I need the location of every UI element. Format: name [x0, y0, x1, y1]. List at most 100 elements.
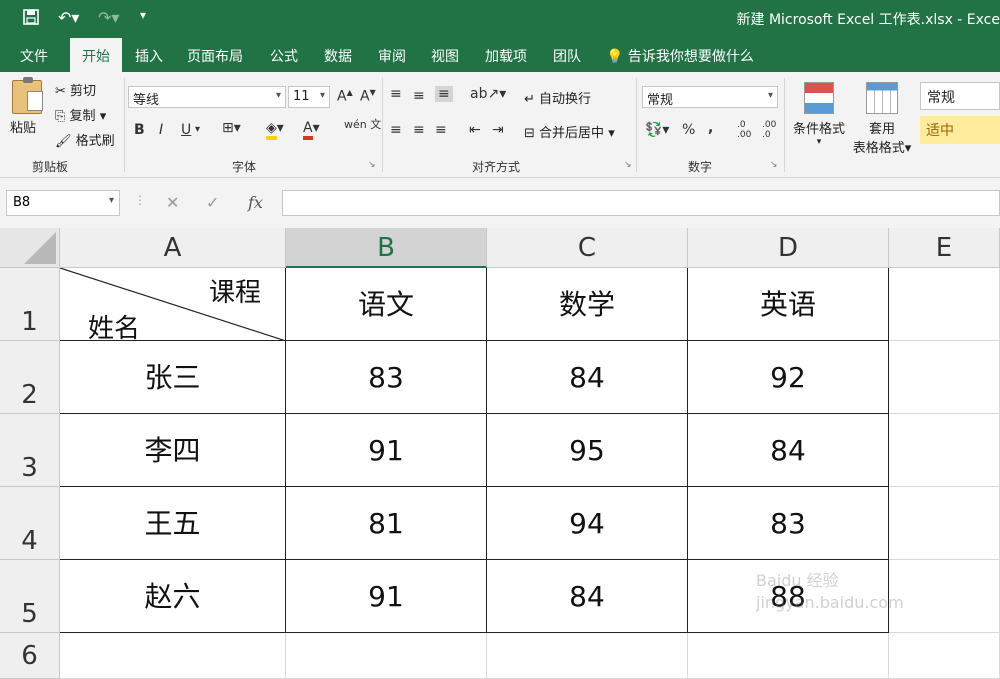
column-header-a[interactable]: A	[60, 228, 286, 268]
conditional-formatting-button[interactable]: 条件格式 ▾	[790, 82, 848, 147]
phonetic-icon[interactable]: wén 文	[344, 119, 381, 130]
name-cell[interactable]: 李四	[60, 414, 286, 487]
name-cell[interactable]: 赵六	[60, 560, 286, 633]
column-header-c[interactable]: C	[487, 228, 688, 268]
empty-cell[interactable]	[889, 560, 1000, 633]
empty-cell[interactable]	[889, 487, 1000, 560]
align-center-icon[interactable]: ≡	[413, 122, 425, 138]
header-cell[interactable]: 数学	[487, 268, 688, 341]
decrease-indent-icon[interactable]: ⇤	[469, 122, 481, 138]
row-header-2[interactable]: 2	[0, 341, 60, 414]
merge-center-button[interactable]: ⊟ 合并后居中 ▾	[524, 122, 615, 141]
score-cell[interactable]: 88	[688, 560, 889, 633]
score-cell[interactable]: 92	[688, 341, 889, 414]
select-all-corner[interactable]	[0, 228, 60, 268]
align-middle-icon[interactable]: ≡	[413, 88, 425, 104]
chevron-down-icon[interactable]: ▾	[195, 124, 200, 135]
grow-font-icon[interactable]: A▲	[337, 88, 353, 105]
formula-input[interactable]	[282, 190, 1000, 216]
font-color-icon[interactable]: A▾	[303, 120, 320, 140]
column-header-b[interactable]: B	[286, 228, 487, 268]
score-cell[interactable]: 81	[286, 487, 487, 560]
align-top-icon[interactable]: ≡	[390, 86, 402, 102]
drag-handle-icon[interactable]: ⋮	[134, 193, 146, 207]
row-header-4[interactable]: 4	[0, 487, 60, 560]
tab-page-layout[interactable]: 页面布局	[187, 46, 243, 66]
header-cell[interactable]: 英语	[688, 268, 889, 341]
tab-addins[interactable]: 加载项	[485, 46, 527, 66]
empty-cell[interactable]	[889, 341, 1000, 414]
align-bottom-icon[interactable]: ≡	[435, 86, 453, 102]
font-size-select[interactable]: 11 ▾	[288, 86, 330, 108]
empty-cell[interactable]	[889, 414, 1000, 487]
style-neutral[interactable]: 适中	[920, 116, 1000, 144]
insert-function-icon[interactable]: fx	[248, 193, 263, 212]
decrease-decimal-button[interactable]: .00 .0	[762, 120, 782, 140]
format-as-table-button[interactable]: 套用 表格格式▾	[850, 82, 914, 156]
cut-button[interactable]: ✂ 剪切	[55, 80, 96, 99]
score-cell[interactable]: 91	[286, 560, 487, 633]
score-cell[interactable]: 84	[487, 341, 688, 414]
tab-view[interactable]: 视图	[431, 46, 459, 66]
tab-formulas[interactable]: 公式	[270, 46, 298, 66]
name-box[interactable]: B8 ▾	[6, 190, 120, 216]
row-header-6[interactable]: 6	[0, 633, 60, 679]
enter-icon[interactable]: ✓	[206, 193, 219, 212]
empty-cell[interactable]	[286, 633, 487, 679]
empty-cell[interactable]	[889, 633, 1000, 679]
score-cell[interactable]: 91	[286, 414, 487, 487]
redo-icon[interactable]: ↷▾	[98, 8, 119, 27]
score-cell[interactable]: 95	[487, 414, 688, 487]
style-normal[interactable]: 常规	[920, 82, 1000, 110]
paste-button[interactable]: 粘贴	[10, 77, 43, 136]
underline-button[interactable]: U	[181, 122, 191, 138]
score-cell[interactable]: 84	[688, 414, 889, 487]
name-cell[interactable]: 王五	[60, 487, 286, 560]
row-header-5[interactable]: 5	[0, 560, 60, 633]
dialog-launcher-icon[interactable]: ↘	[624, 160, 632, 170]
row-header-3[interactable]: 3	[0, 414, 60, 487]
empty-cell[interactable]	[60, 633, 286, 679]
borders-icon[interactable]: ⊞▾	[222, 120, 241, 136]
save-icon[interactable]	[22, 8, 40, 30]
empty-cell[interactable]	[688, 633, 889, 679]
orientation-icon[interactable]: ab↗▾	[470, 86, 506, 102]
accounting-icon[interactable]: 💱▾	[645, 122, 669, 138]
tab-data[interactable]: 数据	[324, 46, 352, 66]
undo-icon[interactable]: ↶▾	[58, 8, 79, 27]
customize-qat-icon[interactable]: ▾	[140, 8, 146, 22]
fill-color-icon[interactable]: ◈▾	[266, 120, 284, 140]
tab-team[interactable]: 团队	[553, 46, 581, 66]
italic-button[interactable]: I	[159, 122, 163, 138]
dialog-launcher-icon[interactable]: ↘	[770, 160, 778, 170]
increase-decimal-button[interactable]: .0 .00	[737, 120, 757, 140]
tab-insert[interactable]: 插入	[135, 46, 163, 66]
name-cell[interactable]: 张三	[60, 341, 286, 414]
score-cell[interactable]: 84	[487, 560, 688, 633]
diagonal-header-cell[interactable]: 课程 姓名	[60, 268, 286, 344]
bold-button[interactable]: B	[134, 122, 145, 138]
score-cell[interactable]: 83	[286, 341, 487, 414]
number-format-select[interactable]: 常规 ▾	[642, 86, 778, 108]
align-left-icon[interactable]: ≡	[390, 122, 402, 138]
empty-cell[interactable]	[487, 633, 688, 679]
align-right-icon[interactable]: ≡	[435, 122, 447, 138]
tell-me-search[interactable]: 💡 告诉我你想要做什么	[606, 46, 754, 66]
header-cell[interactable]: 语文	[286, 268, 487, 341]
tab-file[interactable]: 文件	[20, 46, 48, 66]
tab-home[interactable]: 开始	[70, 38, 122, 72]
wrap-text-button[interactable]: ↵ 自动换行	[524, 88, 591, 107]
shrink-font-icon[interactable]: A▼	[360, 88, 376, 105]
increase-indent-icon[interactable]: ⇥	[492, 122, 504, 138]
percent-button[interactable]: %	[682, 122, 695, 138]
dialog-launcher-icon[interactable]: ↘	[368, 160, 376, 170]
row-header-1[interactable]: 1	[0, 268, 60, 341]
comma-button[interactable]: ,	[708, 120, 713, 136]
score-cell[interactable]: 83	[688, 487, 889, 560]
empty-cell[interactable]	[889, 268, 1000, 341]
column-header-e[interactable]: E	[889, 228, 1000, 268]
format-painter-button[interactable]: 🖌 格式刷	[55, 130, 115, 149]
font-name-select[interactable]: 等线 ▾	[128, 86, 286, 108]
score-cell[interactable]: 94	[487, 487, 688, 560]
cancel-icon[interactable]: ✕	[166, 193, 179, 212]
